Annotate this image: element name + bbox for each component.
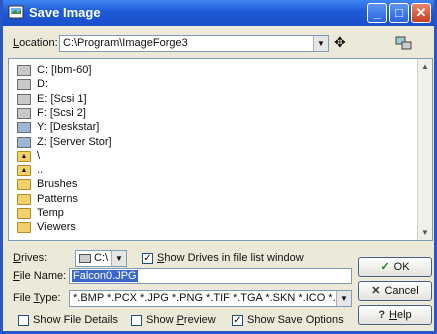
- list-item-label: Y: [Deskstar]: [37, 121, 100, 134]
- show-preview-label: Show Preview: [146, 314, 216, 326]
- cancel-icon: ✕: [371, 285, 381, 297]
- list-item-label: ..: [37, 164, 44, 177]
- network-drive-icon: [17, 136, 31, 148]
- network-drive-icon: [17, 122, 31, 134]
- location-value: C:\Program\ImageForge3: [63, 37, 188, 49]
- drive-icon: [17, 65, 31, 76]
- file-type-combobox[interactable]: *.BMP *.PCX *.JPG *.PNG *.TIF *.TGA *.SK…: [69, 290, 352, 307]
- list-item-label: Viewers: [37, 221, 76, 234]
- minimize-button[interactable]: _: [367, 3, 387, 23]
- chevron-down-icon[interactable]: ▼: [336, 291, 351, 306]
- file-name-value: Falcon0.JPG: [72, 270, 138, 282]
- show-file-details-label: Show File Details: [33, 314, 118, 326]
- maximize-button[interactable]: □: [389, 3, 409, 23]
- list-item-label: Z: [Server Stor]: [37, 135, 112, 148]
- list-item-label: Temp: [37, 207, 64, 219]
- file-type-label: File Type:: [13, 292, 61, 304]
- chevron-down-icon[interactable]: ▼: [313, 36, 328, 51]
- file-name-label: File Name:: [13, 270, 67, 282]
- list-item-label: E: [Scsi 1]: [37, 92, 87, 105]
- drives-value: C:\: [94, 252, 109, 264]
- location-label: Location:: [13, 37, 58, 49]
- list-item-label: D:: [37, 78, 48, 91]
- scroll-up-icon[interactable]: ▲: [419, 60, 431, 73]
- drive-icon: [17, 79, 31, 91]
- folder-icon: [17, 208, 31, 219]
- folder-icon: [17, 179, 31, 191]
- app-icon: [8, 5, 24, 19]
- show-save-options-checkbox[interactable]: ✓: [232, 315, 243, 326]
- list-item-label: Brushes: [37, 178, 78, 191]
- cancel-button[interactable]: ✕ Cancel: [358, 281, 432, 301]
- window-title: Save Image: [29, 5, 101, 20]
- parent-folder-icon: ▲: [17, 150, 31, 162]
- file-list[interactable]: C: [Ibm-60] D: E: [Scsi 1] F: [Scsi 2] Y: [D…: [8, 58, 433, 241]
- show-drives-checkbox[interactable]: ✓: [142, 253, 153, 264]
- file-type-value: *.BMP *.PCX *.JPG *.PNG *.TIF *.TGA *.SK…: [73, 292, 352, 304]
- ok-button[interactable]: ✓ OK: [358, 257, 432, 277]
- drive-icon: [17, 93, 31, 105]
- drive-icon: [17, 107, 31, 119]
- folder-icon: [17, 193, 31, 205]
- list-item-label: C: [Ibm-60]: [37, 64, 92, 76]
- chevron-down-icon[interactable]: ▼: [111, 251, 126, 266]
- close-button[interactable]: ✕: [411, 3, 431, 23]
- drives-label: Drives:: [13, 252, 48, 264]
- vertical-scrollbar[interactable]: ▲ ▼: [417, 59, 432, 240]
- drives-combobox[interactable]: C:\ ▼: [75, 250, 127, 267]
- scroll-down-icon[interactable]: ▼: [419, 226, 431, 239]
- check-icon: ✓: [380, 261, 390, 273]
- show-file-details-checkbox[interactable]: [18, 315, 29, 326]
- list-item-label: Patterns: [37, 192, 78, 205]
- list-item-label: F: [Scsi 2]: [37, 106, 86, 119]
- file-name-input[interactable]: Falcon0.JPG: [69, 268, 352, 284]
- location-combobox[interactable]: C:\Program\ImageForge3 ▼: [59, 35, 329, 52]
- help-icon: ?: [378, 309, 386, 321]
- show-drives-label: Show Drives in file list window: [157, 252, 304, 264]
- folder-icon: [17, 222, 31, 234]
- show-save-options-label: Show Save Options: [247, 314, 344, 326]
- show-preview-checkbox[interactable]: [131, 315, 142, 326]
- parent-folder-icon: ▲: [17, 165, 31, 177]
- help-button[interactable]: ? Help: [358, 305, 432, 325]
- save-image-dialog: Save Image _ □ ✕ Location: C:\Program\Im…: [0, 0, 437, 334]
- network-neighborhood-icon[interactable]: [395, 36, 413, 51]
- list-item-label: \: [37, 149, 41, 162]
- add-location-icon[interactable]: ✥: [334, 34, 346, 51]
- title-bar[interactable]: Save Image _ □ ✕: [3, 0, 434, 26]
- drive-icon: [79, 254, 91, 263]
